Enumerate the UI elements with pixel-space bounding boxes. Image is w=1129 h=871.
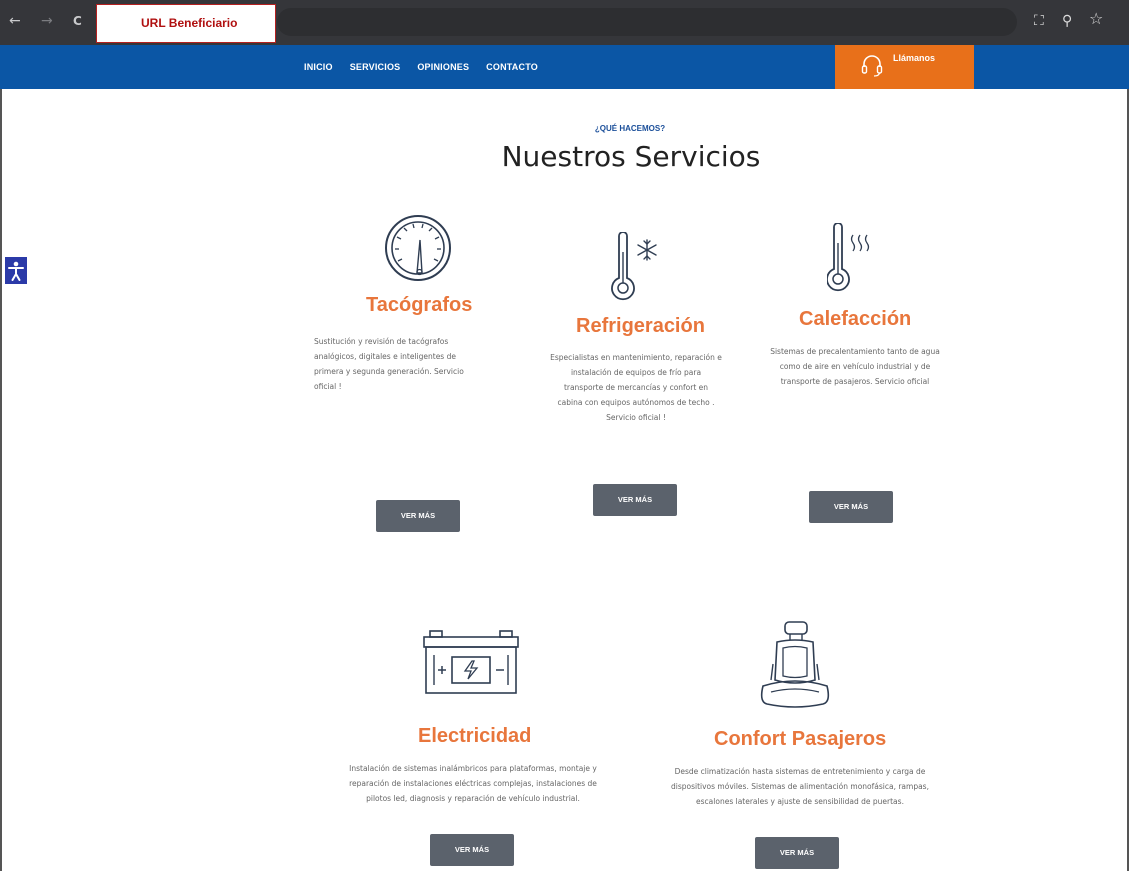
address-bar-extension[interactable] bbox=[277, 8, 1017, 36]
service-desc-calefaccion: Sistemas de precalentamiento tanto de ag… bbox=[744, 344, 966, 389]
zoom-icon[interactable]: ⚲ bbox=[1062, 12, 1072, 30]
page-frame-left bbox=[0, 89, 2, 871]
desc-line: Desde climatización hasta sistemas de en… bbox=[674, 767, 926, 776]
service-title-electricidad: Electricidad bbox=[418, 725, 532, 747]
service-desc-electricidad: Instalación de sistemas inalámbricos par… bbox=[310, 761, 636, 806]
desc-line: como de aire en vehículo industrial y de bbox=[779, 362, 931, 371]
desc-line: Sistemas de precalentamiento tanto de ag… bbox=[770, 347, 940, 356]
nav-item-contacto[interactable]: CONTACTO bbox=[486, 62, 538, 72]
service-title-tacografos: Tacógrafos bbox=[366, 294, 473, 316]
ver-mas-button-refrigeracion[interactable]: VER MÁS bbox=[593, 484, 677, 516]
accessibility-icon bbox=[8, 261, 24, 281]
reload-icon[interactable]: C bbox=[73, 12, 82, 30]
nav-item-inicio[interactable]: INICIO bbox=[304, 62, 333, 72]
tachometer-icon bbox=[385, 215, 451, 281]
section-eyebrow: ¿QUÉ HACEMOS? bbox=[594, 124, 666, 133]
desc-line: transporte de pasajeros. Servicio oficia… bbox=[780, 377, 930, 386]
service-desc-refrigeracion: Especialistas en mantenimiento, reparaci… bbox=[530, 350, 742, 425]
thermometer-heat-icon bbox=[827, 223, 870, 292]
desc-line: Instalación de sistemas inalámbricos par… bbox=[349, 764, 597, 773]
desc-line: dispositivos móviles. Sistemas de alimen… bbox=[671, 782, 929, 791]
ver-mas-button-electricidad[interactable]: VER MÁS bbox=[430, 834, 514, 866]
desc-line: escalones laterales y ajuste de sensibil… bbox=[696, 797, 904, 806]
desc-line: transporte de mercancías y confort en bbox=[563, 383, 709, 392]
page-title: Nuestros Servicios bbox=[501, 140, 761, 173]
desc-line: Servicio oficial ! bbox=[606, 413, 666, 422]
desc-line: pilotos led, diagnosis y reparación de v… bbox=[366, 794, 580, 803]
service-title-confort-pasajeros: Confort Pasajeros bbox=[714, 728, 887, 750]
service-desc-tacografos: Sustitución y revisión de tacógrafos ana… bbox=[314, 334, 514, 394]
thermometer-snowflake-icon bbox=[611, 232, 657, 301]
ver-mas-button-calefaccion[interactable]: VER MÁS bbox=[809, 491, 893, 523]
translate-icon[interactable]: ⛶ bbox=[1034, 12, 1044, 30]
nav-item-opiniones[interactable]: OPINIONES bbox=[417, 62, 469, 72]
bookmark-star-icon[interactable]: ☆ bbox=[1089, 10, 1103, 28]
seat-icon bbox=[760, 621, 830, 708]
desc-line: oficial ! bbox=[314, 382, 342, 391]
ver-mas-button-confort-pasajeros[interactable]: VER MÁS bbox=[755, 837, 839, 869]
address-bar[interactable]: URL Beneficiario bbox=[96, 4, 276, 43]
desc-line: Sustitución y revisión de tacógrafos bbox=[314, 337, 449, 346]
desc-line: primera y segunda generación. Servicio bbox=[314, 367, 464, 376]
call-label: Llámanos bbox=[893, 53, 936, 63]
browser-toolbar: ← → C URL Beneficiario ⛶ ⚲ ☆ bbox=[0, 0, 1129, 45]
nav-item-servicios[interactable]: SERVICIOS bbox=[350, 62, 401, 72]
desc-line: Especialistas en mantenimiento, reparaci… bbox=[550, 353, 722, 362]
nav-menu: INICIO SERVICIOS OPINIONES CONTACTO bbox=[304, 45, 555, 89]
service-desc-confort-pasajeros: Desde climatización hasta sistemas de en… bbox=[638, 764, 962, 809]
desc-line: cabina con equipos autónomos de techo . bbox=[557, 398, 715, 407]
battery-icon bbox=[423, 630, 519, 694]
forward-icon[interactable]: → bbox=[41, 12, 53, 30]
desc-line: instalación de equipos de frío para bbox=[570, 368, 702, 377]
ver-mas-button-tacografos[interactable]: VER MÁS bbox=[376, 500, 460, 532]
service-title-calefaccion: Calefacción bbox=[799, 308, 912, 330]
site-navbar: INICIO SERVICIOS OPINIONES CONTACTO Llám… bbox=[0, 45, 1129, 89]
accessibility-button[interactable] bbox=[5, 257, 27, 284]
service-title-refrigeracion: Refrigeración bbox=[576, 315, 705, 337]
back-icon[interactable]: ← bbox=[9, 12, 21, 30]
desc-line: analógicos, digitales e inteligentes de bbox=[314, 352, 456, 361]
call-button[interactable]: Llámanos bbox=[835, 45, 974, 89]
headset-icon bbox=[861, 55, 883, 77]
desc-line: reparación de instalaciones eléctricas c… bbox=[349, 779, 597, 788]
